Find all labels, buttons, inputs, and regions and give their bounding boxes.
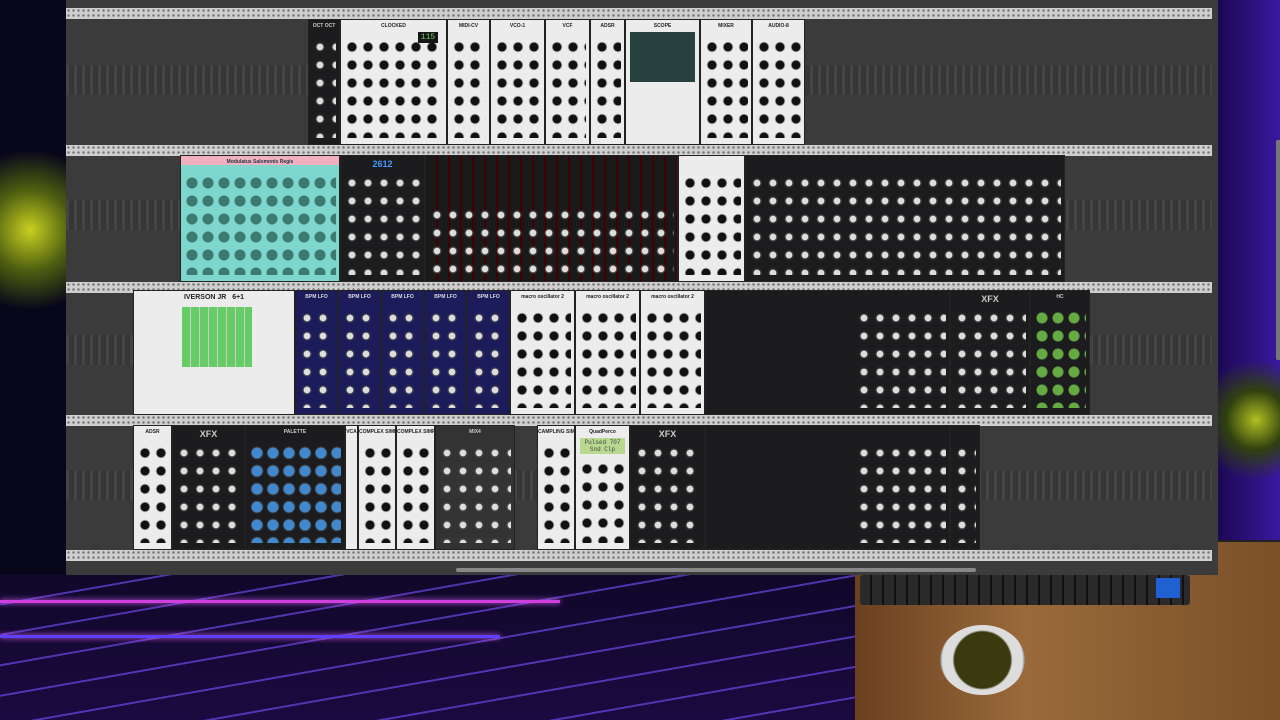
- module-title: VCA: [346, 429, 357, 435]
- module-title: VCF: [562, 23, 573, 29]
- module-mixer[interactable]: MIXER: [700, 19, 752, 145]
- module-small[interactable]: [950, 425, 980, 550]
- module-title: XFX: [981, 294, 999, 304]
- module-title: BPM LFO: [434, 294, 457, 300]
- keyboard-photo: [860, 575, 1190, 605]
- module-campling-simpler[interactable]: CAMPLING SIMPLER: [537, 425, 575, 550]
- module-adsr[interactable]: ADSR: [590, 19, 625, 145]
- module-title: CAMPLING SIMPLER: [538, 429, 575, 435]
- module-title: ADSR: [145, 429, 160, 435]
- module-xfx[interactable]: XFX: [950, 290, 1030, 415]
- module-title: MIXER: [718, 23, 734, 29]
- module-dark-large[interactable]: [705, 290, 950, 415]
- module-bpm-lfo[interactable]: BPM LFO: [381, 290, 424, 415]
- module-xfx[interactable]: XFX: [630, 425, 705, 550]
- module-title: MIX4: [469, 429, 481, 435]
- module-title: AUDIO-8: [768, 23, 789, 29]
- module-title: VCO-1: [509, 23, 526, 29]
- module-title: SCOPE: [653, 23, 672, 29]
- module-sequencer[interactable]: [425, 155, 678, 282]
- module-title: 6+1: [232, 294, 245, 301]
- module-title: OCT OCT: [312, 23, 336, 29]
- module-title: PALETTE: [283, 429, 307, 435]
- module-title: BPM LFO: [348, 294, 371, 300]
- module-title: XFX: [199, 429, 218, 439]
- module-iverson-jr[interactable]: IVERSON JR 6+1: [133, 290, 295, 415]
- rack-rail: [66, 550, 1212, 561]
- module-adsr[interactable]: ADSR: [133, 425, 172, 550]
- module-title: COMPLEX SIMPLER: [397, 429, 434, 435]
- module-bpm-lfo[interactable]: BPM LFO: [424, 290, 467, 415]
- module-white[interactable]: [678, 155, 745, 282]
- module-title: Modulatus Salomonis Regis: [181, 156, 339, 165]
- module-complex-simpler[interactable]: COMPLEX SIMPLER: [396, 425, 435, 550]
- module-modulus-salomonis-regis[interactable]: Modulatus Salomonis Regis: [180, 155, 340, 282]
- vertical-scrollbar[interactable]: [1276, 140, 1280, 360]
- module-title: MIDI-CV: [458, 23, 479, 29]
- module-2612[interactable]: 2612: [340, 155, 425, 282]
- module-title: IVERSON JR: [183, 294, 227, 301]
- module-bpm-lfo[interactable]: BPM LFO: [295, 290, 338, 415]
- module-title: macro oscillator 2: [521, 294, 564, 300]
- module-mixer-big[interactable]: [745, 155, 1065, 282]
- horizontal-scrollbar[interactable]: [456, 568, 976, 572]
- module-bpm-lfo[interactable]: BPM LFO: [338, 290, 381, 415]
- module-vcf[interactable]: VCF: [545, 19, 590, 145]
- module-xfx[interactable]: XFX: [172, 425, 245, 550]
- module-title: QuadPerco: [589, 429, 616, 435]
- module-quadperco[interactable]: QuadPerco Pulsed 707 Snd Clp: [575, 425, 630, 550]
- module-complex-simpler[interactable]: COMPLEX SIMPLER: [358, 425, 396, 550]
- module-title: CLOCKED: [381, 23, 406, 29]
- module-vco-1[interactable]: VCO-1: [490, 19, 545, 145]
- module-dark-large[interactable]: [705, 425, 950, 550]
- rack-rail: [66, 8, 1212, 19]
- module-title: XFX: [658, 429, 677, 439]
- module-title: ADSR: [600, 23, 615, 29]
- mug-photo: [940, 625, 1025, 695]
- module-scope[interactable]: SCOPE: [625, 19, 700, 145]
- sequencer-grid[interactable]: [182, 307, 252, 367]
- scope-screen: [630, 32, 695, 82]
- module-title: BPM LFO: [391, 294, 414, 300]
- vcv-rack[interactable]: OCT OCT CLOCKED 115 MIDI-CV VCO-1 VCF ADS…: [66, 0, 1280, 575]
- module-title: BPM LFO: [305, 294, 328, 300]
- quadperco-display: Pulsed 707 Snd Clp: [580, 438, 625, 454]
- module-audio-8[interactable]: AUDIO-8: [752, 19, 805, 145]
- module-bpm-lfo[interactable]: BPM LFO: [467, 290, 510, 415]
- module-title: macro oscillator 2: [586, 294, 629, 300]
- module-mix4[interactable]: MIX4: [435, 425, 515, 550]
- module-oct[interactable]: OCT OCT: [308, 19, 340, 145]
- module-macro-oscillator[interactable]: macro oscillator 2: [640, 290, 705, 415]
- module-midi-cv[interactable]: MIDI-CV: [447, 19, 490, 145]
- module-title: 2612: [372, 159, 393, 169]
- module-title: HC: [1056, 294, 1064, 300]
- module-hc[interactable]: HC: [1030, 290, 1090, 415]
- module-macro-oscillator[interactable]: macro oscillator 2: [510, 290, 575, 415]
- module-title: BPM LFO: [477, 294, 500, 300]
- module-clocked[interactable]: CLOCKED 115: [340, 19, 447, 145]
- bpm-display: 115: [418, 32, 438, 43]
- module-vca[interactable]: VCA: [345, 425, 358, 550]
- neon-grid-background: [0, 575, 860, 720]
- module-title: COMPLEX SIMPLER: [359, 429, 395, 435]
- module-palette[interactable]: PALETTE: [245, 425, 345, 550]
- background-right: [1216, 0, 1280, 540]
- module-macro-oscillator[interactable]: macro oscillator 2: [575, 290, 640, 415]
- module-title: macro oscillator 2: [651, 294, 694, 300]
